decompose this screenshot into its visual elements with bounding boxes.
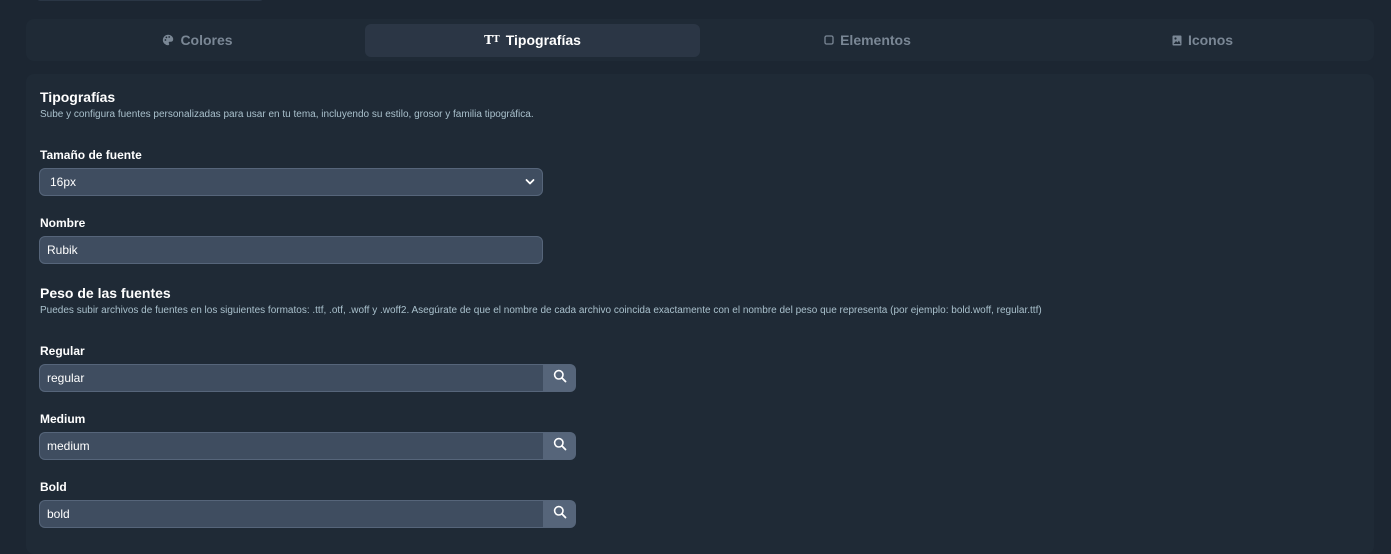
font-size-value: 16px: [50, 175, 77, 189]
chevron-down-icon: [525, 175, 535, 189]
weights-description: Puedes subir archivos de fuentes en los …: [40, 305, 1042, 316]
section-title: Tipografías: [40, 89, 116, 105]
regular-file-value: regular: [47, 371, 85, 385]
image-icon: [1172, 35, 1182, 46]
tab-label: Elementos: [840, 32, 911, 48]
font-size-label: Tamaño de fuente: [40, 148, 142, 162]
tab-bar: Colores TT Tipografías Elementos Iconos: [26, 19, 1374, 61]
bold-file-value: bold: [47, 507, 70, 521]
medium-label: Medium: [40, 412, 86, 426]
bold-browse-button[interactable]: [543, 500, 576, 528]
tab-iconos[interactable]: Iconos: [1035, 24, 1370, 57]
tab-label: Iconos: [1187, 32, 1234, 48]
section-description: Sube y configura fuentes personalizadas …: [40, 109, 534, 120]
tab-label: Tipografías: [505, 32, 581, 48]
palette-icon: [162, 34, 174, 46]
name-label: Nombre: [40, 216, 86, 230]
medium-file-row: medium: [39, 432, 576, 460]
name-input[interactable]: Rubik: [39, 236, 543, 264]
regular-file-row: regular: [39, 364, 576, 392]
typography-panel: Tipografías Sube y configura fuentes per…: [26, 74, 1374, 554]
font-size-select[interactable]: 16px: [39, 168, 543, 196]
regular-file-input[interactable]: regular: [39, 364, 543, 392]
tab-label: Colores: [180, 32, 233, 48]
tab-colores[interactable]: Colores: [30, 24, 365, 57]
medium-file-value: medium: [47, 439, 90, 453]
bold-label: Bold: [40, 480, 67, 494]
typography-icon: TT: [484, 33, 500, 47]
regular-label: Regular: [40, 344, 85, 358]
name-value: Rubik: [47, 243, 78, 257]
medium-file-input[interactable]: medium: [39, 432, 543, 460]
weights-title: Peso de las fuentes: [40, 285, 171, 301]
regular-browse-button[interactable]: [543, 364, 576, 392]
tab-tipografias[interactable]: TT Tipografías: [365, 23, 700, 57]
tab-elementos[interactable]: Elementos: [700, 24, 1035, 57]
bold-file-row: bold: [39, 500, 576, 528]
top-strip: [36, 0, 264, 1]
medium-browse-button[interactable]: [543, 432, 576, 460]
bold-file-input[interactable]: bold: [39, 500, 543, 528]
search-icon: [553, 369, 567, 388]
search-icon: [553, 437, 567, 456]
square-icon: [824, 35, 834, 45]
search-icon: [553, 505, 567, 524]
